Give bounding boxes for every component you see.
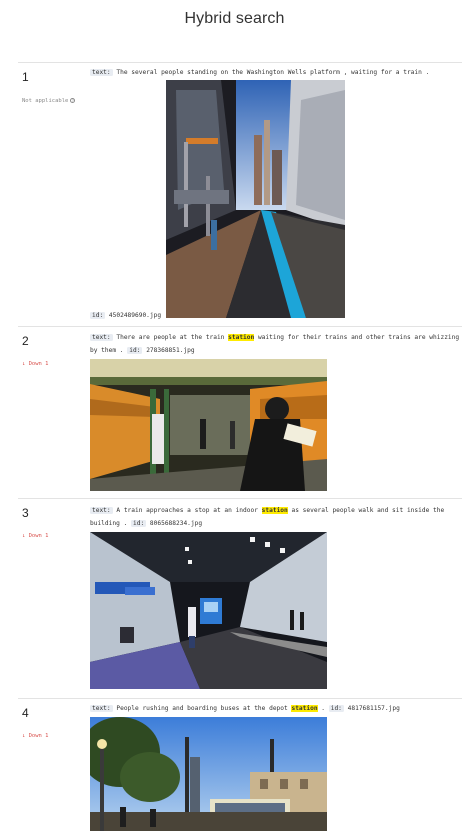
id-field-key: id:: [90, 312, 106, 319]
highlight-match: station: [291, 705, 318, 712]
text-field-key: text:: [90, 334, 113, 341]
id-field-key: id:: [127, 347, 143, 354]
result-image[interactable]: [166, 80, 345, 318]
text-field-value: The several people standing on the Washi…: [116, 69, 430, 76]
result-row: 3 ↓ Down 1 text: A train approaches a st…: [18, 498, 462, 698]
id-field-value: 4502489690.jpg: [108, 312, 162, 319]
result-rank: 1: [22, 70, 29, 84]
arrow-down-icon: ↓: [22, 733, 26, 739]
rank-change-status: ↓ Down 1: [22, 533, 49, 539]
rank-change-status: Not applicable?: [22, 98, 76, 104]
result-id: id: 4502489690.jpg: [90, 312, 161, 319]
arrow-down-icon: ↓: [22, 533, 26, 539]
result-row: 4 ↓ Down 1 text: People rushing and boar…: [18, 698, 462, 831]
result-image[interactable]: [90, 717, 327, 831]
result-text: text: A train approaches a stop at an in…: [90, 504, 460, 530]
arrow-down-icon: ↓: [22, 361, 26, 367]
result-text: text: There are people at the train stat…: [90, 331, 460, 357]
highlight-match: station: [228, 334, 255, 341]
text-field-value: There are people at the train: [116, 334, 229, 341]
bus-depot-photo: [90, 717, 327, 831]
id-field-value: 278368851.jpg: [146, 347, 195, 354]
rank-change-label: Down 1: [28, 533, 49, 539]
result-row: 1 Not applicable? text: The several peop…: [18, 62, 462, 326]
result-rank: 4: [22, 706, 29, 720]
text-field-value: People rushing and boarding buses at the…: [116, 705, 292, 712]
help-circle-icon[interactable]: ?: [70, 98, 76, 103]
result-text: text: The several people standing on the…: [90, 66, 460, 79]
indoor-station-photo: [90, 532, 327, 689]
text-field-value: A train approaches a stop at an indoor: [116, 507, 262, 514]
platform-photo: [166, 80, 345, 318]
id-field-key: id:: [131, 520, 147, 527]
result-row: 2 ↓ Down 1 text: There are people at the…: [18, 326, 462, 498]
rank-change-status: ↓ Down 1: [22, 361, 49, 367]
station-photo: [90, 359, 327, 491]
result-rank: 3: [22, 506, 29, 520]
id-field-value: 8065688234.jpg: [149, 520, 203, 527]
rank-change-label: Not applicable: [22, 98, 69, 104]
result-image[interactable]: [90, 359, 327, 491]
result-image[interactable]: [90, 532, 327, 689]
rank-change-status: ↓ Down 1: [22, 733, 49, 739]
highlight-match: station: [261, 507, 288, 514]
result-text: text: People rushing and boarding buses …: [90, 702, 460, 715]
rank-change-label: Down 1: [28, 733, 49, 739]
text-field-value-rest: .: [317, 705, 325, 712]
result-rank: 2: [22, 334, 29, 348]
text-field-key: text:: [90, 705, 113, 712]
id-field-key: id:: [328, 705, 344, 712]
text-field-key: text:: [90, 507, 113, 514]
id-field-value: 4817681157.jpg: [347, 705, 400, 712]
rank-change-label: Down 1: [28, 361, 49, 367]
text-field-key: text:: [90, 69, 113, 76]
page-title: Hybrid search: [184, 10, 285, 27]
